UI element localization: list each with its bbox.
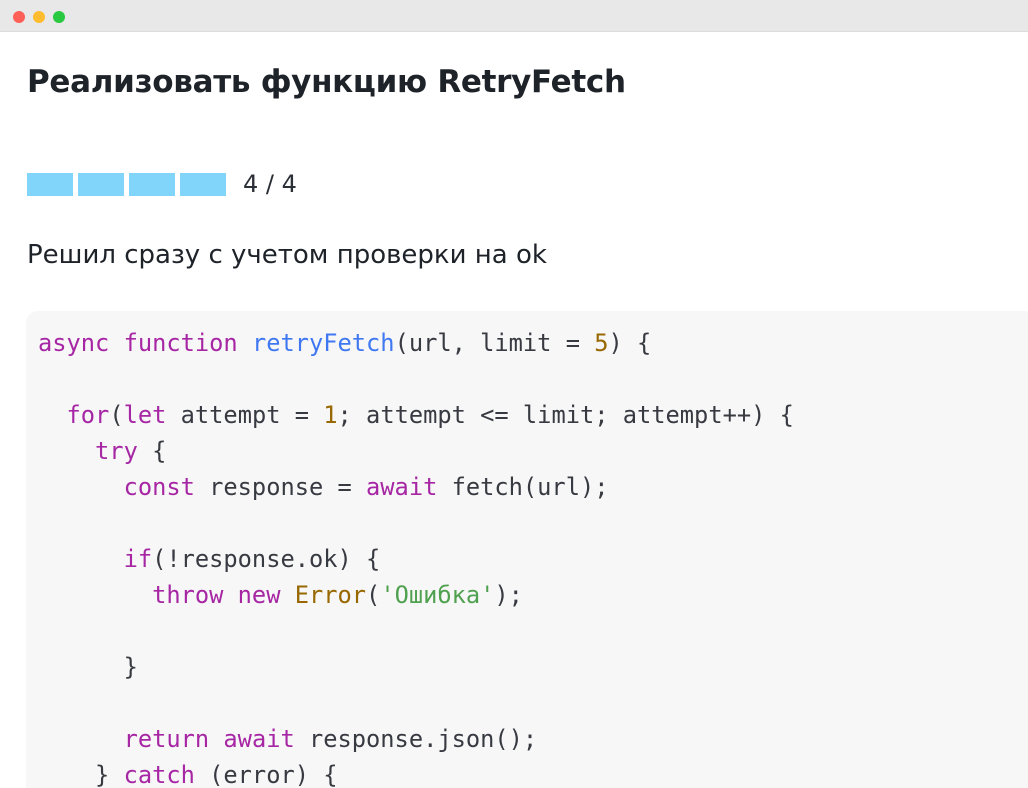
code-token: catch [123,761,195,788]
progress-segment [180,173,226,196]
progress-segment [78,173,124,196]
code-token: 'Ошибка' [380,581,495,609]
code-lines: async function retryFetch(url, limit = 5… [38,325,794,788]
code-token: let [123,401,167,429]
code-token: (url, limit = [394,329,595,357]
code-token: { [137,437,167,465]
page-title: Реализовать функцию RetryFetch [27,64,626,100]
code-token: if [123,545,153,573]
code-token: throw [152,581,224,609]
code-token: response = [194,473,367,501]
code-token: response.json(); [294,725,538,753]
window-minimize-button[interactable] [33,11,45,23]
code-token: (!response.ok) { [152,545,381,573]
code-token: 1 [323,401,338,429]
code-token: function [123,329,238,357]
code-line: } [38,649,794,685]
code-token: ); [494,581,523,609]
window-close-button[interactable] [13,11,25,23]
code-token: 5 [594,329,609,357]
progress-segment [27,173,73,196]
code-token: attempt = [166,401,324,429]
code-token: ) { [608,329,652,357]
window-maximize-button[interactable] [53,11,65,23]
code-token: return [123,725,210,753]
code-token: for [66,401,110,429]
code-token: async [38,329,110,357]
code-token: const [123,473,195,501]
code-token: ( [109,401,124,429]
code-token: } [38,761,124,788]
code-token: await [223,725,295,753]
code-line: } catch (error) { [38,757,794,788]
code-line: return await response.json(); [38,721,794,757]
code-line: throw new Error('Ошибка'); [38,577,794,613]
code-token: ( [366,581,381,609]
window-titlebar [0,0,1028,32]
code-token: (error) { [194,761,338,788]
code-token: Error [294,581,367,609]
code-token: fetch(url); [437,473,609,501]
code-token: ; attempt <= limit; attempt++) { [337,401,794,429]
progress-indicator: 4 / 4 [27,170,297,198]
app-window: Реализовать функцию RetryFetch 4 / 4 Реш… [0,0,1028,788]
code-token: await [366,473,438,501]
code-line: const response = await fetch(url); [38,469,794,505]
code-line: for(let attempt = 1; attempt <= limit; a… [38,397,794,433]
code-line: try { [38,433,794,469]
answer-description: Решил сразу с учетом проверки на ok [27,240,547,270]
code-token: retryFetch [251,329,395,357]
progress-segment [129,173,175,196]
progress-segments [27,173,226,196]
code-token: try [95,437,138,465]
code-block[interactable]: async function retryFetch(url, limit = 5… [26,311,1028,788]
code-token: new [237,581,281,609]
code-line: async function retryFetch(url, limit = 5… [38,325,794,361]
progress-count: 4 / 4 [243,170,297,198]
code-token: } [38,653,138,681]
code-line: if(!response.ok) { [38,541,794,577]
